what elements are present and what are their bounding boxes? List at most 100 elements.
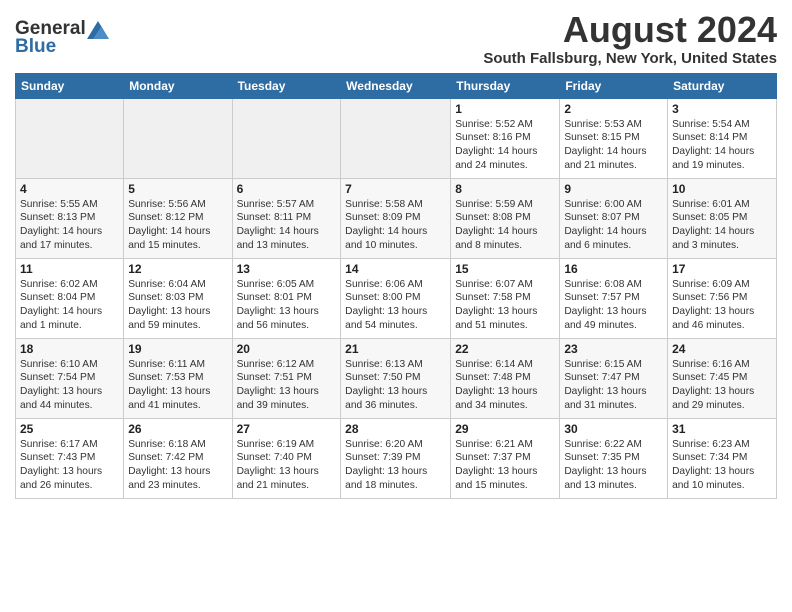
day-number: 22 [455, 342, 555, 356]
calendar-cell: 31 Sunrise: 6:23 AMSunset: 7:34 PMDayligh… [668, 418, 777, 498]
week-row-1: 1Sunrise: 5:52 AMSunset: 8:16 PMDaylight… [16, 98, 777, 178]
calendar-cell: 15 Sunrise: 6:07 AMSunset: 7:58 PMDayligh… [451, 258, 560, 338]
day-number: 2 [564, 102, 663, 116]
day-number: 19 [128, 342, 227, 356]
calendar-cell: 29Sunrise: 6:21 AMSunset: 7:37 PMDayligh… [451, 418, 560, 498]
weekday-thursday: Thursday [451, 73, 560, 98]
calendar-cell: 22 Sunrise: 6:14 AMSunset: 7:48 PMDayligh… [451, 338, 560, 418]
calendar-cell: 12Sunrise: 6:04 AMSunset: 8:03 PMDayligh… [124, 258, 232, 338]
logo: General Blue [15, 10, 109, 58]
day-number: 17 [672, 262, 772, 276]
day-info: Sunrise: 6:11 AMSunset: 7:53 PMDaylight:… [128, 358, 227, 413]
day-info: Sunrise: 6:22 AMSunset: 7:35 PMDaylight:… [564, 438, 663, 493]
day-info: Sunrise: 6:14 AMSunset: 7:48 PMDaylight:… [455, 358, 555, 413]
calendar-cell: 21 Sunrise: 6:13 AMSunset: 7:50 PMDayligh… [341, 338, 451, 418]
weekday-monday: Monday [124, 73, 232, 98]
weekday-saturday: Saturday [668, 73, 777, 98]
day-number: 1 [455, 102, 555, 116]
calendar-cell: 9Sunrise: 6:00 AMSunset: 8:07 PMDaylight… [560, 178, 668, 258]
weekday-sunday: Sunday [16, 73, 124, 98]
calendar-cell: 4 Sunrise: 5:55 AMSunset: 8:13 PMDaylight… [16, 178, 124, 258]
day-number: 18 [20, 342, 119, 356]
day-info: Sunrise: 6:17 AMSunset: 7:43 PMDaylight:… [20, 438, 119, 493]
day-number: 24 [672, 342, 772, 356]
day-info: Sunrise: 6:10 AMSunset: 7:54 PMDaylight:… [20, 358, 119, 413]
weekday-tuesday: Tuesday [232, 73, 341, 98]
week-row-4: 18 Sunrise: 6:10 AMSunset: 7:54 PMDayligh… [16, 338, 777, 418]
calendar-cell [232, 98, 341, 178]
day-number: 30 [564, 422, 663, 436]
calendar-cell: 3 Sunrise: 5:54 AMSunset: 8:14 PMDaylight… [668, 98, 777, 178]
calendar-cell: 18 Sunrise: 6:10 AMSunset: 7:54 PMDayligh… [16, 338, 124, 418]
day-info: Sunrise: 6:13 AMSunset: 7:50 PMDaylight:… [345, 358, 446, 413]
day-info: Sunrise: 6:15 AMSunset: 7:47 PMDaylight:… [564, 358, 663, 413]
calendar-cell: 14Sunrise: 6:06 AMSunset: 8:00 PMDayligh… [341, 258, 451, 338]
calendar-cell: 27Sunrise: 6:19 AMSunset: 7:40 PMDayligh… [232, 418, 341, 498]
day-info: Sunrise: 5:56 AMSunset: 8:12 PMDaylight:… [128, 198, 227, 253]
title-area: August 2024 South Fallsburg, New York, U… [483, 10, 777, 67]
calendar-cell: 28Sunrise: 6:20 AMSunset: 7:39 PMDayligh… [341, 418, 451, 498]
day-number: 20 [237, 342, 337, 356]
calendar-cell [16, 98, 124, 178]
day-info: Sunrise: 5:53 AMSunset: 8:15 PMDaylight:… [564, 118, 663, 173]
calendar-cell: 23 Sunrise: 6:15 AMSunset: 7:47 PMDayligh… [560, 338, 668, 418]
day-info: Sunrise: 5:59 AMSunset: 8:08 PMDaylight:… [455, 198, 555, 253]
day-number: 26 [128, 422, 227, 436]
calendar-cell: 10 Sunrise: 6:01 AMSunset: 8:05 PMDayligh… [668, 178, 777, 258]
calendar-cell: 8Sunrise: 5:59 AMSunset: 8:08 PMDaylight… [451, 178, 560, 258]
day-number: 15 [455, 262, 555, 276]
day-number: 7 [345, 182, 446, 196]
day-number: 31 [672, 422, 772, 436]
day-info: Sunrise: 5:57 AMSunset: 8:11 PMDaylight:… [237, 198, 337, 253]
logo-icon [87, 21, 109, 39]
day-number: 5 [128, 182, 227, 196]
day-info: Sunrise: 5:58 AMSunset: 8:09 PMDaylight:… [345, 198, 446, 253]
month-year: August 2024 [483, 10, 777, 50]
calendar-cell [341, 98, 451, 178]
day-info: Sunrise: 6:01 AMSunset: 8:05 PMDaylight:… [672, 198, 772, 253]
calendar-cell: 19 Sunrise: 6:11 AMSunset: 7:53 PMDayligh… [124, 338, 232, 418]
day-number: 21 [345, 342, 446, 356]
day-number: 23 [564, 342, 663, 356]
calendar-cell: 25Sunrise: 6:17 AMSunset: 7:43 PMDayligh… [16, 418, 124, 498]
day-info: Sunrise: 6:02 AMSunset: 8:04 PMDaylight:… [20, 278, 119, 333]
day-number: 16 [564, 262, 663, 276]
day-number: 3 [672, 102, 772, 116]
day-number: 4 [20, 182, 119, 196]
calendar-cell: 13 Sunrise: 6:05 AMSunset: 8:01 PMDayligh… [232, 258, 341, 338]
calendar-cell: 20 Sunrise: 6:12 AMSunset: 7:51 PMDayligh… [232, 338, 341, 418]
day-info: Sunrise: 6:00 AMSunset: 8:07 PMDaylight:… [564, 198, 663, 253]
day-number: 13 [237, 262, 337, 276]
calendar-cell: 7 Sunrise: 5:58 AMSunset: 8:09 PMDaylight… [341, 178, 451, 258]
header: General Blue August 2024 South Fallsburg… [15, 10, 777, 67]
day-number: 10 [672, 182, 772, 196]
location: South Fallsburg, New York, United States [483, 50, 777, 67]
day-info: Sunrise: 6:05 AMSunset: 8:01 PMDaylight:… [237, 278, 337, 333]
calendar-cell: 26Sunrise: 6:18 AMSunset: 7:42 PMDayligh… [124, 418, 232, 498]
day-info: Sunrise: 5:55 AMSunset: 8:13 PMDaylight:… [20, 198, 119, 253]
day-info: Sunrise: 6:23 AMSunset: 7:34 PMDaylight:… [672, 438, 772, 493]
week-row-3: 11 Sunrise: 6:02 AMSunset: 8:04 PMDayligh… [16, 258, 777, 338]
day-number: 6 [237, 182, 337, 196]
day-info: Sunrise: 6:07 AMSunset: 7:58 PMDaylight:… [455, 278, 555, 333]
logo-blue-line: Blue [15, 36, 56, 58]
day-info: Sunrise: 6:21 AMSunset: 7:37 PMDaylight:… [455, 438, 555, 493]
calendar-cell: 6 Sunrise: 5:57 AMSunset: 8:11 PMDaylight… [232, 178, 341, 258]
calendar-cell: 16 Sunrise: 6:08 AMSunset: 7:57 PMDayligh… [560, 258, 668, 338]
day-info: Sunrise: 6:09 AMSunset: 7:56 PMDaylight:… [672, 278, 772, 333]
day-number: 11 [20, 262, 119, 276]
day-info: Sunrise: 6:12 AMSunset: 7:51 PMDaylight:… [237, 358, 337, 413]
calendar-cell: 30 Sunrise: 6:22 AMSunset: 7:35 PMDayligh… [560, 418, 668, 498]
day-number: 12 [128, 262, 227, 276]
week-row-5: 25Sunrise: 6:17 AMSunset: 7:43 PMDayligh… [16, 418, 777, 498]
weekday-wednesday: Wednesday [341, 73, 451, 98]
calendar-cell: 2 Sunrise: 5:53 AMSunset: 8:15 PMDaylight… [560, 98, 668, 178]
calendar-cell [124, 98, 232, 178]
day-number: 27 [237, 422, 337, 436]
calendar-cell: 5 Sunrise: 5:56 AMSunset: 8:12 PMDaylight… [124, 178, 232, 258]
calendar-cell: 24Sunrise: 6:16 AMSunset: 7:45 PMDayligh… [668, 338, 777, 418]
day-info: Sunrise: 6:08 AMSunset: 7:57 PMDaylight:… [564, 278, 663, 333]
week-row-2: 4 Sunrise: 5:55 AMSunset: 8:13 PMDaylight… [16, 178, 777, 258]
day-number: 28 [345, 422, 446, 436]
day-info: Sunrise: 5:54 AMSunset: 8:14 PMDaylight:… [672, 118, 772, 173]
